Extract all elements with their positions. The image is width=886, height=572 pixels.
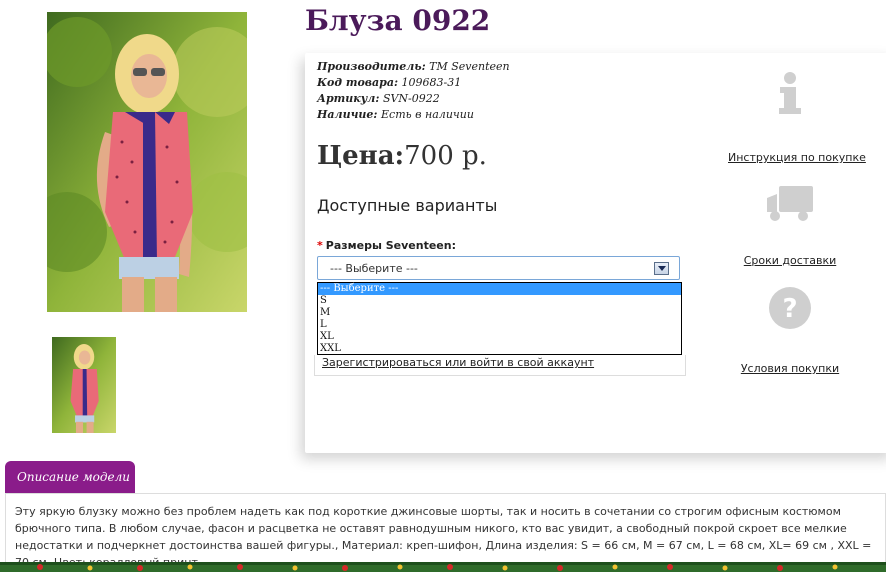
meta-availability: Наличие: Есть в наличии xyxy=(317,108,474,121)
sidebar-delivery[interactable]: Сроки доставки xyxy=(740,184,840,268)
product-meta: Производитель: ТМ Seventeen Код товара: … xyxy=(317,59,510,123)
size-select-value: --- Выберите --- xyxy=(330,262,418,275)
size-option[interactable]: S xyxy=(318,295,681,307)
options-heading: Доступные варианты xyxy=(317,196,498,215)
size-label: * Размеры Seventeen: xyxy=(317,239,456,252)
question-icon: ? xyxy=(769,287,811,329)
product-thumbnail[interactable] xyxy=(52,337,116,433)
tab-description[interactable]: Описание модели xyxy=(5,461,135,493)
size-select[interactable]: --- Выберите --- xyxy=(317,256,680,280)
meta-article: Артикул: SVN-0922 xyxy=(317,92,440,105)
size-option[interactable]: XL xyxy=(318,331,681,343)
size-dropdown-list[interactable]: --- Выберите --- S M L XL XXL xyxy=(317,282,682,355)
meta-product-code: Код товара: 109683-31 xyxy=(317,76,462,89)
price-label: Цена: xyxy=(317,141,405,171)
terms-link[interactable]: Условия покупки xyxy=(741,362,839,375)
description-text: Эту яркую блузку можно без проблем надет… xyxy=(15,505,872,569)
tab-description-label: Описание модели xyxy=(17,470,130,484)
price-value: 700 р. xyxy=(404,141,487,171)
svg-text:?: ? xyxy=(782,294,797,324)
size-option[interactable]: XXL xyxy=(318,343,681,355)
size-option[interactable]: M xyxy=(318,307,681,319)
login-link[interactable]: Зарегистрироваться или войти в свой акка… xyxy=(322,356,594,369)
sidebar-instructions[interactable]: Инструкция по покупке xyxy=(728,70,866,165)
size-option[interactable]: L xyxy=(318,319,681,331)
chevron-down-icon[interactable] xyxy=(654,262,669,275)
sidebar-terms[interactable]: ? Условия покупки xyxy=(735,285,845,376)
instructions-link[interactable]: Инструкция по покупке xyxy=(728,151,866,164)
meta-manufacturer: Производитель: ТМ Seventeen xyxy=(317,60,510,73)
garland-decoration xyxy=(0,562,886,572)
product-title: Блуза 0922 xyxy=(305,4,491,37)
truck-icon xyxy=(767,186,813,221)
delivery-link[interactable]: Сроки доставки xyxy=(744,254,837,267)
info-icon xyxy=(779,72,801,114)
required-mark: * xyxy=(317,239,323,252)
price: Цена:700 р. xyxy=(317,141,487,171)
product-main-image[interactable] xyxy=(47,12,247,312)
size-option[interactable]: --- Выберите --- xyxy=(318,283,681,295)
